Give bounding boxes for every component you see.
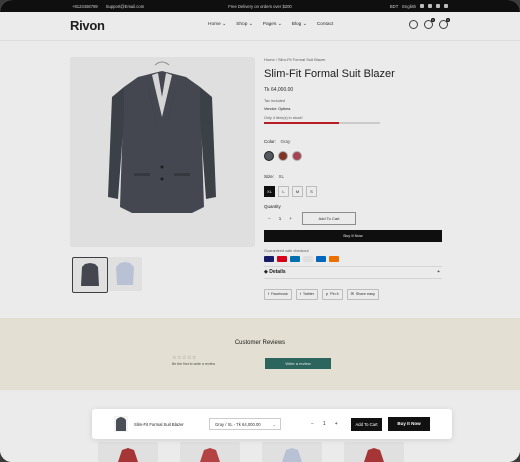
sticky-add-to-cart-button[interactable]: Add To Cart — [351, 418, 382, 431]
sticky-buy-now-button[interactable]: Buy It Now — [388, 417, 430, 431]
sticky-product-title: Slim-Fit Formal Suit Blazer — [134, 422, 184, 427]
variant-value: Gray / XL - Tk 64,000.00 — [215, 422, 261, 427]
sticky-add-to-cart-bar: Slim-Fit Formal Suit Blazer Gray / XL - … — [92, 409, 452, 439]
sticky-quantity-value[interactable]: 1 — [323, 421, 326, 427]
browser-frame: +8123456789 Support@Email.com Free Deliv… — [0, 0, 520, 462]
product-page: +8123456789 Support@Email.com Free Deliv… — [0, 0, 520, 462]
variant-select[interactable]: Gray / XL - Tk 64,000.00 ⌄ — [209, 418, 281, 430]
dim-overlay — [0, 0, 520, 462]
sticky-product-thumbnail — [114, 416, 128, 432]
blazer-mini-icon — [116, 417, 126, 431]
sticky-quantity-stepper: − 1 + — [311, 421, 338, 427]
chevron-down-icon: ⌄ — [272, 422, 276, 427]
minus-icon[interactable]: − — [311, 421, 314, 427]
plus-icon[interactable]: + — [335, 421, 338, 427]
